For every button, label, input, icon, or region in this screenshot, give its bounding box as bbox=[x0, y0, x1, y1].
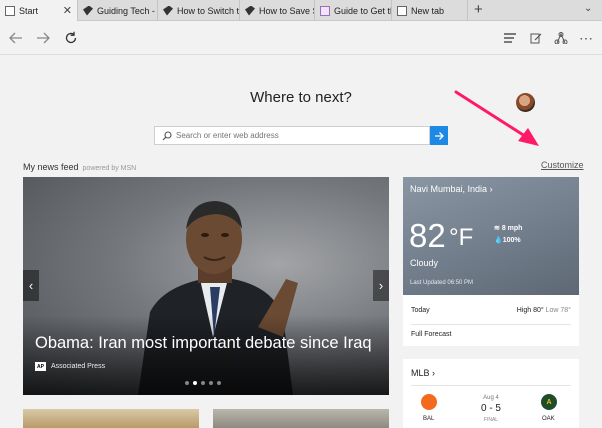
carousel-prev-button[interactable]: ‹ bbox=[23, 270, 39, 301]
tab-guide[interactable]: Guide to Get the bbox=[315, 0, 392, 21]
close-tab-icon[interactable]: ✕ bbox=[63, 4, 72, 17]
new-tab-icon bbox=[397, 5, 407, 16]
news-thumbnail[interactable] bbox=[23, 409, 199, 428]
forecast-high-low: High 80° Low 78° bbox=[516, 307, 571, 314]
new-tab-plus-icon[interactable]: + bbox=[474, 1, 483, 18]
guiding-tech-icon bbox=[83, 5, 93, 16]
tab-title: Guide to Get the bbox=[334, 5, 391, 16]
mlb-title[interactable]: MLB › bbox=[411, 368, 435, 378]
hub-icon[interactable] bbox=[500, 28, 520, 48]
carousel-dot[interactable] bbox=[217, 381, 221, 385]
mlb-scores-card[interactable]: MLB › BAL Aug 4 0 - 5 FINAL A OAK bbox=[403, 359, 579, 428]
wind-speed: ≋ 8 mph bbox=[494, 225, 523, 232]
forward-arrow-icon[interactable] bbox=[33, 28, 53, 48]
weather-temperature: 82 bbox=[409, 217, 446, 254]
tab-title: How to Save Spa bbox=[259, 5, 314, 16]
weather-last-updated: Last Updated 06:50 PM bbox=[410, 280, 474, 286]
annotation-arrow-icon bbox=[454, 90, 539, 146]
forecast-today-label: Today bbox=[411, 307, 430, 314]
news-source: AP Associated Press bbox=[35, 362, 105, 371]
carousel-dots bbox=[185, 381, 221, 385]
carousel-dot[interactable] bbox=[193, 381, 197, 385]
tab-how-to-switch[interactable]: How to Switch tl bbox=[158, 0, 240, 21]
more-icon[interactable]: ⋯ bbox=[576, 28, 596, 48]
away-team: OAK bbox=[542, 416, 555, 422]
source-name: Associated Press bbox=[51, 363, 106, 370]
weather-card[interactable]: Navi Mumbai, India › 82 °F ≋ 8 mph 💧100%… bbox=[403, 177, 579, 295]
tab-start[interactable]: Start ✕ bbox=[0, 0, 78, 22]
humidity: 💧100% bbox=[494, 237, 521, 244]
tab-preview-chevron-icon[interactable]: ⌄ bbox=[584, 3, 592, 14]
wind-icon: ≋ bbox=[494, 225, 500, 232]
headline[interactable]: Obama: Iran most important debate since … bbox=[35, 334, 372, 353]
carousel-dot[interactable] bbox=[209, 381, 213, 385]
tab-title: How to Switch tl bbox=[177, 5, 239, 16]
navigation-bar: ⋯ bbox=[0, 21, 602, 55]
guiding-tech-icon bbox=[245, 5, 255, 16]
start-page: Where to next? My news feedpowered by MS… bbox=[0, 56, 602, 428]
guide-icon bbox=[320, 5, 330, 16]
hero-news-card[interactable]: Obama: Iran most important debate since … bbox=[23, 177, 389, 395]
search-input[interactable] bbox=[176, 131, 416, 140]
carousel-dot[interactable] bbox=[185, 381, 189, 385]
droplet-icon: 💧 bbox=[494, 237, 503, 244]
share-icon[interactable] bbox=[551, 28, 571, 48]
news-feed-label: My news feed powered by MSN bbox=[23, 162, 136, 172]
start-page-icon bbox=[5, 6, 15, 16]
tab-how-to-save[interactable]: How to Save Spa bbox=[240, 0, 315, 21]
news-thumbnail[interactable] bbox=[213, 409, 389, 428]
full-forecast-link[interactable]: Full Forecast bbox=[411, 331, 451, 338]
chevron-left-icon: ‹ bbox=[28, 278, 34, 293]
back-arrow-icon[interactable] bbox=[6, 28, 26, 48]
tab-title: New tab bbox=[411, 5, 445, 16]
weather-location[interactable]: Navi Mumbai, India › bbox=[410, 184, 493, 194]
search-box bbox=[154, 126, 430, 145]
powered-by-msn: powered by MSN bbox=[82, 165, 137, 172]
tab-strip: Start ✕ Guiding Tech - L How to Switch t… bbox=[0, 0, 602, 22]
chevron-right-icon: › bbox=[378, 278, 384, 293]
guiding-tech-icon bbox=[163, 5, 173, 16]
chevron-right-icon: › bbox=[432, 368, 436, 378]
refresh-icon[interactable] bbox=[61, 28, 81, 48]
divider bbox=[411, 324, 571, 325]
temperature-unit: °F bbox=[449, 224, 474, 251]
tab-title: Guiding Tech - L bbox=[97, 5, 157, 16]
weather-condition: Cloudy bbox=[410, 258, 439, 268]
carousel-dot[interactable] bbox=[201, 381, 205, 385]
tab-guiding-tech[interactable]: Guiding Tech - L bbox=[78, 0, 158, 21]
search-icon bbox=[162, 130, 172, 140]
divider bbox=[411, 385, 571, 386]
associated-press-logo: AP bbox=[35, 362, 46, 371]
tab-new-tab[interactable]: New tab bbox=[392, 0, 468, 21]
web-note-icon[interactable] bbox=[526, 28, 546, 48]
athletics-logo-icon: A bbox=[541, 394, 557, 410]
weather-forecast: Today High 80° Low 78° Full Forecast bbox=[403, 295, 579, 346]
tab-title: Start bbox=[19, 6, 39, 16]
news-feed-title: My news feed bbox=[23, 162, 79, 172]
chevron-right-icon: › bbox=[489, 184, 493, 194]
customize-link[interactable]: Customize bbox=[541, 160, 584, 170]
carousel-next-button[interactable]: › bbox=[373, 270, 389, 301]
